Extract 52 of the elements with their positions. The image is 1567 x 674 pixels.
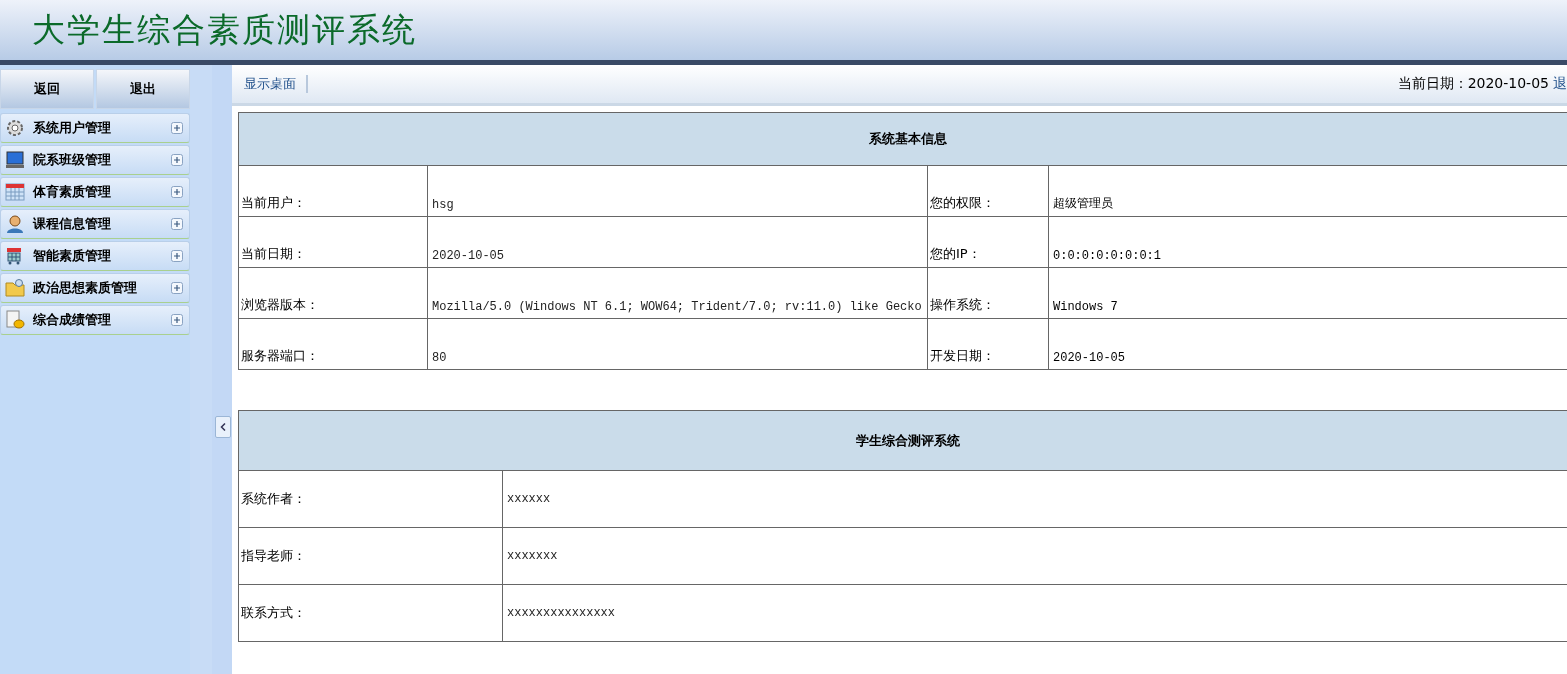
sidebar-item-label: 院系班级管理 (33, 151, 112, 169)
plus-icon[interactable] (171, 250, 183, 262)
sidebar-item[interactable]: 院系班级管理 (0, 145, 190, 175)
collapse-button[interactable] (215, 416, 231, 438)
field-label: 浏览器版本： (238, 267, 428, 319)
plus-icon[interactable] (171, 218, 183, 230)
field-label: 服务器端口： (238, 318, 428, 370)
desktop-tab[interactable]: 显示桌面 (244, 75, 308, 93)
field-label: 联系方式： (238, 584, 503, 642)
field-label: 系统作者： (238, 470, 503, 528)
gear-icon (5, 118, 25, 138)
logout-button[interactable]: 退出 (96, 69, 190, 109)
plus-icon[interactable] (171, 186, 183, 198)
sidebar-item-label: 综合成绩管理 (33, 311, 112, 329)
field-label: 当前日期： (238, 216, 428, 268)
sidebar-item-label: 智能素质管理 (33, 247, 112, 265)
document-coins-icon (5, 310, 25, 330)
sidebar-item-label: 政治思想素质管理 (33, 279, 138, 297)
sidebar-item-label: 体育素质管理 (33, 183, 112, 201)
sidebar-item-label: 系统用户管理 (33, 119, 112, 137)
field-label: 当前用户： (238, 165, 428, 217)
field-value: 80 (427, 318, 928, 370)
field-label: 操作系统： (927, 267, 1049, 319)
plus-icon[interactable] (171, 122, 183, 134)
user-icon (5, 214, 25, 234)
sidebar-item[interactable]: 系统用户管理 (0, 113, 190, 143)
sidebar-item[interactable]: 智能素质管理 (0, 241, 190, 271)
sidebar-item[interactable]: 政治思想素质管理 (0, 273, 190, 303)
back-button[interactable]: 返回 (0, 69, 94, 109)
calendar-icon (5, 182, 25, 202)
sidebar-item[interactable]: 课程信息管理 (0, 209, 190, 239)
folder-icon (5, 278, 25, 298)
sidebar-item[interactable]: 综合成绩管理 (0, 305, 190, 335)
plus-icon[interactable] (171, 154, 183, 166)
field-label: 指导老师： (238, 527, 503, 585)
monitor-icon (5, 150, 25, 170)
current-date: 当前日期：2020-10-05 (1397, 75, 1549, 93)
field-label: 您的权限： (927, 165, 1049, 217)
app-title: 大学生综合素质测评系统 (32, 8, 417, 51)
field-label: 开发日期： (927, 318, 1049, 370)
plus-icon[interactable] (171, 314, 183, 326)
sidebar-item[interactable]: 体育素质管理 (0, 177, 190, 207)
field-label: 您的IP： (927, 216, 1049, 268)
field-value: hsg (427, 165, 928, 217)
field-value: Mozilla/5.0 (Windows NT 6.1; WOW64; Trident/7.0; rv:11.0) like Gecko (427, 267, 928, 319)
sidebar-item-label: 课程信息管理 (33, 215, 112, 233)
field-value: 2020-10-05 (427, 216, 928, 268)
table-header: 学生综合测评系统 (238, 410, 1567, 471)
plus-icon[interactable] (171, 282, 183, 294)
table-header: 系统基本信息 (238, 112, 1567, 166)
chevron-left-icon (220, 423, 226, 431)
logout-link[interactable]: 退 (1553, 75, 1567, 93)
